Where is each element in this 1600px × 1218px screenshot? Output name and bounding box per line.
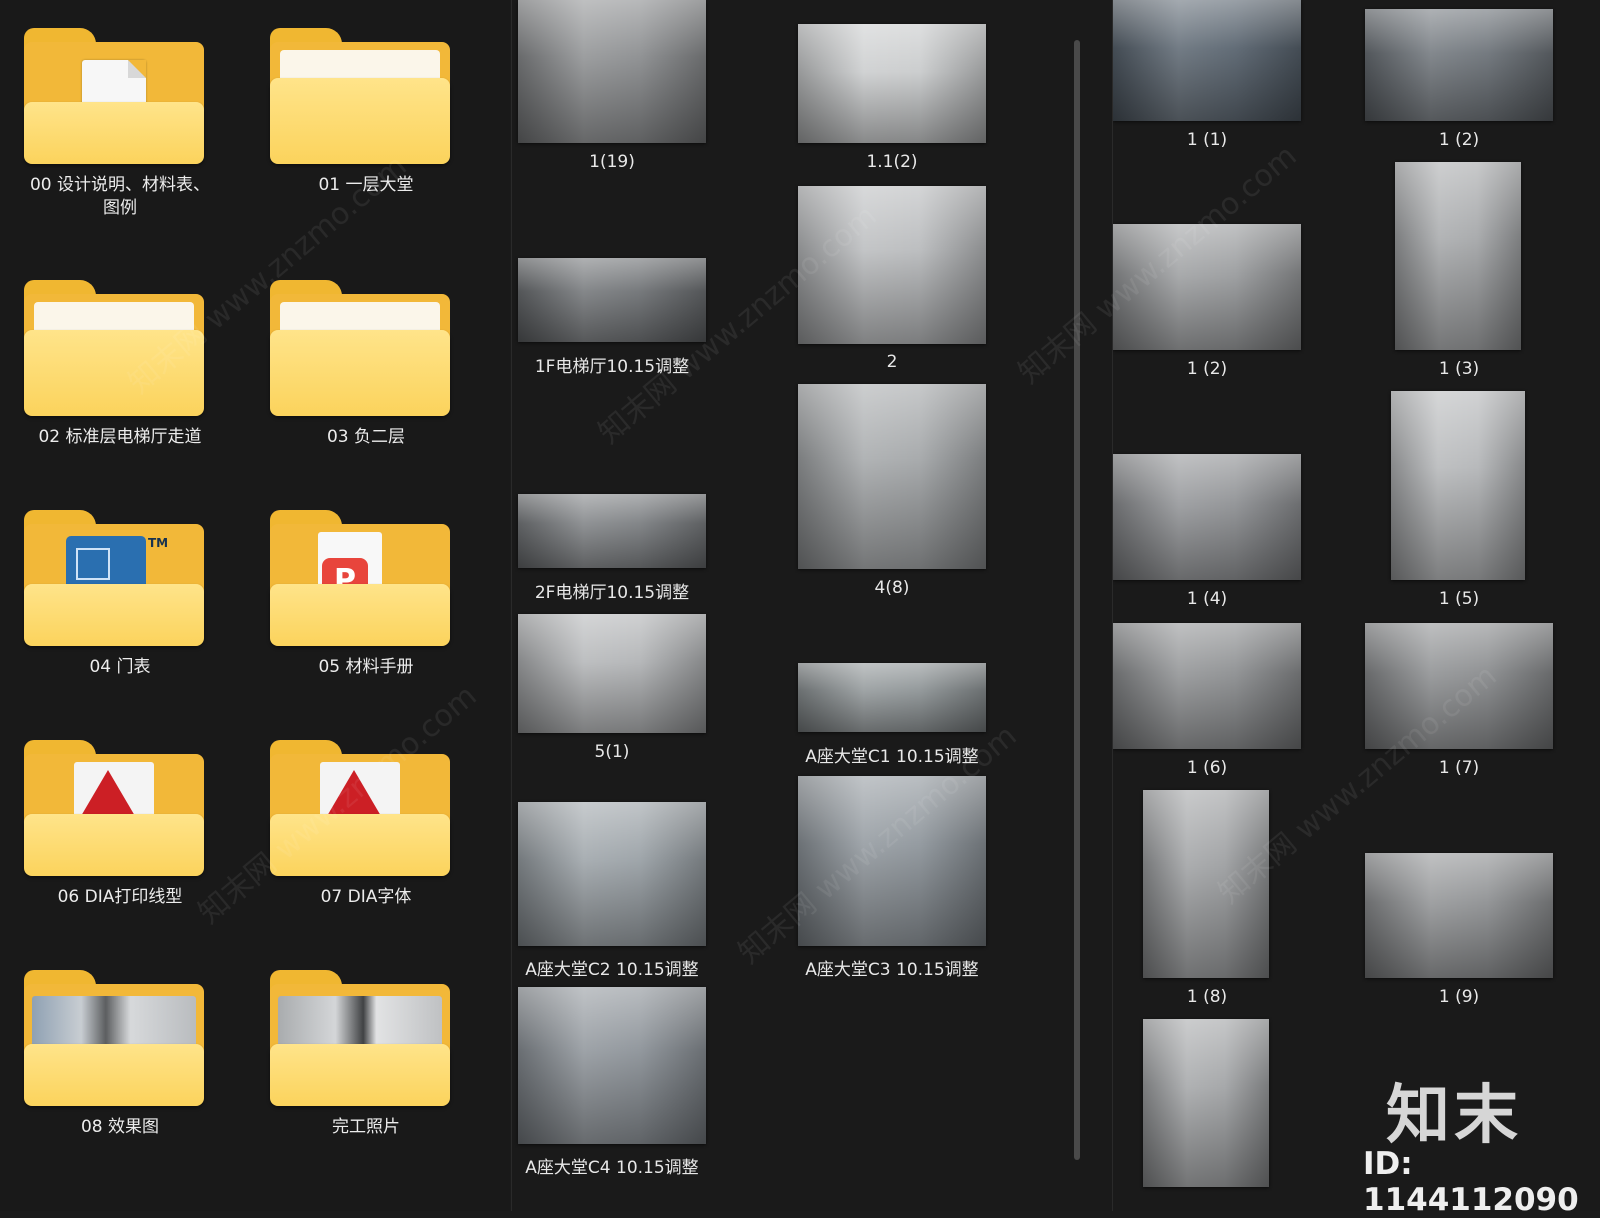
folder-label: 05 材料手册 <box>318 657 414 677</box>
image-thumbnail <box>1395 162 1521 350</box>
image-thumbnail <box>518 987 706 1144</box>
file-name-label: A座大堂C4 10.15调整 <box>525 1158 699 1178</box>
folder-label: 04 门表 <box>89 657 151 677</box>
folder-label: 06 DIA打印线型 <box>57 887 183 907</box>
file-name-label: 1 (2) <box>1438 130 1480 150</box>
folder-08-renderings[interactable]: 08 效果图 <box>0 942 240 1192</box>
folder-icon <box>24 970 204 1110</box>
folder-label: 08 效果图 <box>80 1117 160 1137</box>
file-name-label: 1 (3) <box>1438 359 1480 379</box>
image-thumbnail <box>518 258 706 342</box>
image-thumbnail <box>798 24 986 143</box>
file-name-label: 2F电梯厅10.15调整 <box>534 583 690 603</box>
folder-label: 完工照片 <box>332 1117 400 1137</box>
folder-label: 03 负二层 <box>326 427 406 447</box>
folder-icon <box>270 28 450 168</box>
image-thumbnail <box>1113 0 1301 121</box>
file-name-label: 1 (5) <box>1438 589 1480 609</box>
folder-icon <box>24 28 204 168</box>
image-thumbnail <box>1365 853 1553 978</box>
folder-icon <box>24 740 204 880</box>
photo-pane: 1 (1) 1 (2) 1 (2) 1 (3) 1 (4) 1 (5) 1 (6) 1 (7)… <box>1112 0 1600 1211</box>
image-thumbnail <box>1143 1019 1269 1187</box>
file-name-label: 2 <box>886 352 898 372</box>
folder-00-design-notes[interactable]: 00 设计说明、材料表、 图例 <box>0 0 240 250</box>
folder-pane: 00 设计说明、材料表、 图例 01 一层大堂 02 标准层电梯厅走道 03 负… <box>0 0 510 1211</box>
image-thumbnail <box>1365 623 1553 749</box>
folder-06-dia-linetype[interactable]: 06 DIA打印线型 <box>0 712 240 962</box>
image-thumbnail <box>798 384 986 569</box>
file-name-label: A座大堂C3 10.15调整 <box>805 960 979 980</box>
folder-label: 00 设计说明、材料表、 图例 <box>29 175 211 218</box>
file-name-label: A座大堂C1 10.15调整 <box>805 747 979 767</box>
file-name-label: 5(1) <box>594 742 630 762</box>
image-thumbnail <box>1113 454 1301 580</box>
file-name-label: 1(19) <box>589 152 635 172</box>
resource-id: ID: 1144112090 <box>1363 1146 1579 1218</box>
folder-07-dia-font[interactable]: 07 DIA字体 <box>246 712 486 962</box>
image-thumbnail <box>1143 790 1269 978</box>
folder-icon <box>270 740 450 880</box>
image-thumbnail <box>518 494 706 568</box>
folder-completion-photos[interactable]: 完工照片 <box>246 942 486 1192</box>
image-thumbnail <box>798 663 986 732</box>
folder-icon <box>270 970 450 1110</box>
image-thumbnail <box>1365 9 1553 121</box>
folder-icon: TM <box>24 510 204 650</box>
folder-label: 07 DIA字体 <box>320 887 412 907</box>
image-thumbnail <box>1113 623 1301 749</box>
image-thumbnail <box>518 0 706 143</box>
brand-logo: 知末 <box>1386 1079 1522 1153</box>
file-name-label: 1 (9) <box>1438 987 1480 1007</box>
rendering-pane: 1(19) 1.1(2) 1F电梯厅10.15调整 2 2F电梯厅10.15调整 4(8)… <box>511 0 1112 1211</box>
image-thumbnail <box>798 776 986 946</box>
file-name-label: A座大堂C2 10.15调整 <box>525 960 699 980</box>
folder-label: 01 一层大堂 <box>318 175 414 195</box>
folder-icon: P <box>270 510 450 650</box>
folder-05-material-manual[interactable]: P 05 材料手册 <box>246 482 486 732</box>
file-name-label: 4(8) <box>874 578 910 598</box>
file-name-label: 1.1(2) <box>866 152 918 172</box>
folder-label: 02 标准层电梯厅走道 <box>38 427 202 447</box>
file-name-label: 1 (7) <box>1438 758 1480 778</box>
folder-03-basement[interactable]: 03 负二层 <box>246 252 486 502</box>
folder-02-elevator-hall[interactable]: 02 标准层电梯厅走道 <box>0 252 240 502</box>
folder-icon <box>24 280 204 420</box>
folder-04-door-schedule[interactable]: TM 04 门表 <box>0 482 240 732</box>
image-thumbnail <box>1391 391 1525 580</box>
image-thumbnail <box>518 614 706 733</box>
file-name-label: 1F电梯厅10.15调整 <box>534 357 690 377</box>
folder-icon <box>270 280 450 420</box>
image-thumbnail <box>798 186 986 344</box>
scrollbar[interactable] <box>1074 40 1080 1160</box>
folder-01-lobby[interactable]: 01 一层大堂 <box>246 0 486 250</box>
image-thumbnail <box>518 802 706 946</box>
image-thumbnail <box>1113 224 1301 350</box>
